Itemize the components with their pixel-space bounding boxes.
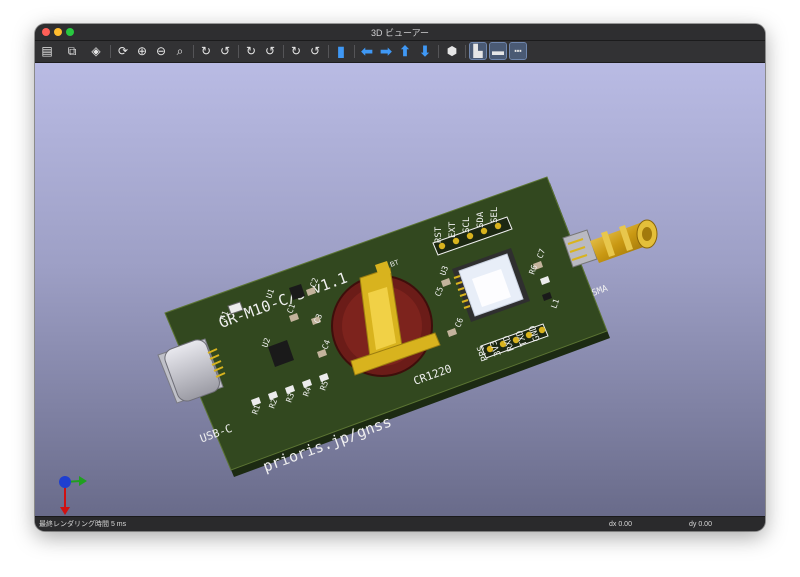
- pin-label-sda: SDA: [476, 211, 486, 228]
- zoom-out-button[interactable]: ⊖: [153, 43, 169, 59]
- rotate-y-ccw-button[interactable]: ↺: [262, 43, 278, 59]
- show-th-models-icon: ▙: [473, 44, 483, 58]
- sma-label: SMA: [591, 284, 610, 299]
- move-right-button[interactable]: ➡: [378, 43, 394, 59]
- copy-image-icon: ⧉: [67, 44, 77, 58]
- move-up-button[interactable]: ⬆: [397, 43, 413, 59]
- show-smd-models-icon: ▬: [492, 44, 504, 58]
- show-th-models-button[interactable]: ▙: [469, 42, 487, 60]
- reload-icon: ⟳: [117, 44, 129, 58]
- render-raytrace-button[interactable]: ▤: [39, 43, 55, 59]
- options-3d-button[interactable]: ◈: [88, 43, 104, 59]
- rotate-z-cw-icon: ↻: [290, 44, 302, 58]
- dx-readout: dx 0.00: [609, 521, 632, 528]
- move-left-icon: ⬅: [361, 43, 373, 59]
- options-3d-icon: ◈: [91, 44, 101, 58]
- rotate-x-ccw-icon: ↺: [219, 44, 231, 58]
- move-left-button[interactable]: ⬅: [359, 43, 375, 59]
- flip-board-icon: ▮: [337, 43, 345, 59]
- rotate-z-cw-button[interactable]: ↻: [288, 43, 304, 59]
- axis-gizmo: [59, 476, 87, 515]
- move-down-icon: ⬇: [419, 43, 431, 59]
- ortho-toggle-icon: ⬢: [446, 44, 458, 58]
- zoom-in-icon: ⊕: [136, 44, 148, 58]
- rotate-x-cw-icon: ↻: [200, 44, 212, 58]
- show-smd-models-button[interactable]: ▬: [489, 42, 507, 60]
- rotate-z-ccw-button[interactable]: ↺: [307, 43, 323, 59]
- rotate-y-ccw-icon: ↺: [264, 44, 276, 58]
- rotate-z-ccw-icon: ↺: [309, 44, 321, 58]
- pin-label-scl: SCL: [462, 217, 472, 233]
- reload-button[interactable]: ⟳: [115, 43, 131, 59]
- ortho-toggle-button[interactable]: ⬢: [444, 43, 460, 59]
- move-down-button[interactable]: ⬇: [417, 43, 433, 59]
- rotate-x-ccw-button[interactable]: ↺: [217, 43, 233, 59]
- pin-label-ext: EXT: [448, 221, 458, 238]
- flip-board-button[interactable]: ▮: [333, 43, 349, 59]
- zoom-out-icon: ⊖: [155, 44, 167, 58]
- render-raytrace-icon: ▤: [41, 44, 53, 58]
- zoom-in-button[interactable]: ⊕: [134, 43, 150, 59]
- rotate-y-cw-icon: ↻: [245, 44, 257, 58]
- status-bar: 最終レンダリング時間 5 ms dx 0.00 dy 0.00: [35, 516, 765, 531]
- pcb-render: GR-M10-C/S v1.1 prioris.jp/gnss USB-C CR…: [59, 176, 658, 515]
- move-right-icon: ➡: [380, 43, 392, 59]
- move-up-icon: ⬆: [399, 43, 411, 59]
- zoom-fit-icon: ⌕: [176, 44, 184, 58]
- dy-readout: dy 0.00: [689, 521, 712, 528]
- copy-image-button[interactable]: ⧉: [64, 43, 80, 59]
- pin-label-sel: SEL: [490, 207, 500, 223]
- rotate-x-cw-button[interactable]: ↻: [198, 43, 214, 59]
- pin-label-rst: RST: [434, 226, 444, 243]
- window-title: 3D ビューアー: [370, 28, 430, 38]
- render-time-status: 最終レンダリング時間 5 ms: [39, 521, 127, 528]
- show-virtual-models-button[interactable]: ┅: [509, 42, 527, 60]
- show-virtual-models-icon: ┅: [514, 44, 522, 58]
- sma-connector: [562, 219, 658, 268]
- zoom-fit-button[interactable]: ⌕: [172, 43, 188, 59]
- toolbar: ▤ ⧉ ◈ ⟳ ⊕ ⊖ ⌕ ↻ ↺ ↻ ↺ ↻ ↺ ▮ ⬅ ➡ ⬆ ⬇ ⬢ ▙ …: [35, 41, 765, 63]
- viewer-window: 3D ビューアー ▤ ⧉ ◈ ⟳ ⊕ ⊖ ⌕ ↻ ↺ ↻ ↺ ↻ ↺ ▮ ⬅ ➡…: [35, 24, 765, 531]
- 3d-viewport[interactable]: GR-M10-C/S v1.1 prioris.jp/gnss USB-C CR…: [35, 63, 765, 516]
- rotate-y-cw-button[interactable]: ↻: [243, 43, 259, 59]
- title-bar: 3D ビューアー: [35, 24, 765, 41]
